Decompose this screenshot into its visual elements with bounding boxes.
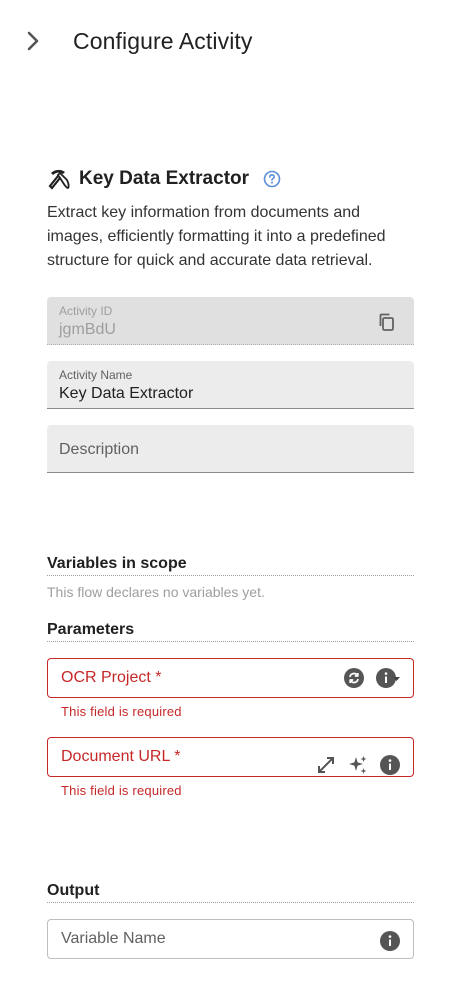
activity-description: Extract key information from documents a… [47, 204, 386, 269]
variable-name-placeholder: Variable Name [61, 930, 166, 947]
description-placeholder: Description [59, 441, 140, 458]
activity-id-field: Activity ID jgmBdU [47, 297, 414, 345]
info-icon[interactable] [379, 754, 401, 776]
ocr-project-error: This field is required [61, 704, 182, 719]
activity-name-field[interactable]: Activity Name Key Data Extractor [47, 361, 414, 409]
page-title: Configure Activity [73, 28, 253, 54]
variable-name-icons [379, 922, 401, 960]
document-url-error: This field is required [61, 783, 182, 798]
pickaxe-icon [47, 167, 71, 191]
activity-title: Key Data Extractor [79, 168, 250, 189]
activity-id-label: Activity ID [59, 304, 113, 318]
ocr-project-label: OCR Project * [61, 669, 162, 686]
sparkle-icon[interactable] [347, 754, 369, 776]
activity-name-value[interactable]: Key Data Extractor [59, 385, 193, 403]
document-url-field[interactable]: Document URL * [47, 737, 414, 777]
variables-heading: Variables in scope [47, 555, 414, 576]
document-url-icons [315, 746, 401, 784]
copy-icon[interactable] [376, 311, 398, 333]
ocr-project-icons [343, 659, 401, 697]
activity-name-label: Activity Name [59, 368, 133, 382]
document-url-label: Document URL * [61, 748, 181, 765]
refresh-icon[interactable] [343, 667, 365, 689]
expand-icon[interactable] [315, 754, 337, 776]
info-dropdown-icon[interactable] [375, 667, 401, 689]
panel-header: Configure Activity [0, 0, 470, 84]
output-heading: Output [47, 882, 414, 903]
help-icon[interactable] [263, 170, 281, 188]
parameters-heading: Parameters [47, 621, 414, 642]
activity-header: Key Data Extractor [47, 164, 414, 194]
ocr-project-select[interactable]: OCR Project * [47, 658, 414, 698]
description-field[interactable]: Description [47, 425, 414, 473]
variables-empty-text: This flow declares no variables yet. [47, 584, 265, 600]
chevron-right-icon[interactable] [20, 28, 46, 54]
activity-id-value: jgmBdU [59, 321, 116, 338]
variable-name-input[interactable]: Variable Name [47, 919, 414, 959]
info-icon[interactable] [379, 930, 401, 952]
